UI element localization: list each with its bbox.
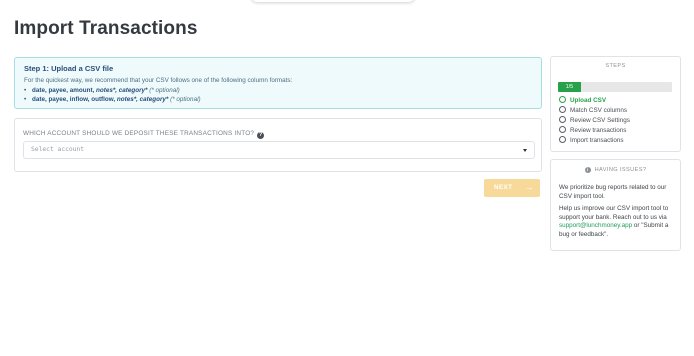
format-optional-columns: notes*, category* [116,96,169,103]
info-icon: i [584,167,591,173]
step-item-import-transactions: Import transactions [559,136,630,146]
caret-down-icon [523,149,527,152]
step-label: Review CSV Settings [570,117,630,124]
step-circle-icon [559,126,566,133]
steps-progress-fill: 1/5 [558,82,581,92]
issues-paragraph-1: We prioritize bug reports related to our… [559,184,667,200]
optional-note: (* optional) [170,96,201,103]
step-circle-icon [559,106,566,113]
csv-format-info-box: Step 1: Upload a CSV file For the quicke… [14,57,542,109]
step-item-upload-csv: Upload CSV [559,96,630,106]
help-icon[interactable]: ? [257,132,265,139]
format-columns: date, payee, amount, [32,87,95,94]
top-tab [250,0,416,2]
issues-header: i HAVING ISSUES? [551,160,680,173]
bullet: • [24,87,27,94]
steps-progress-bar: 1/5 [558,82,672,92]
step-circle-icon [559,96,566,103]
issues-header-text: HAVING ISSUES? [594,167,647,173]
bullet: • [24,96,27,103]
arrow-right-icon: → [524,182,534,192]
format-option: • date, payee, inflow, outflow, notes*, c… [24,95,532,104]
step-description: For the quickest way, we recommend that … [24,77,293,84]
account-select[interactable]: Select account [23,141,535,159]
step-item-review-csv-settings: Review CSV Settings [559,116,630,126]
next-button-label: NEXT [494,184,513,191]
account-question-text: WHICH ACCOUNT SHOULD WE DEPOSIT THESE TR… [23,130,255,137]
steps-panel: STEPS 1/5 Upload CSV Match CSV columns R… [550,56,681,152]
step-item-review-transactions: Review transactions [559,126,630,136]
step-title: Step 1: Upload a CSV file [24,64,114,73]
step-label: Upload CSV [570,97,607,104]
step-item-match-csv-columns: Match CSV columns [559,106,630,116]
steps-list: Upload CSV Match CSV columns Review CSV … [559,96,630,146]
format-option: • date, payee, amount, notes*, category* … [24,86,532,95]
step-circle-icon [559,116,566,123]
account-select-placeholder: Select account [31,146,85,153]
account-question: WHICH ACCOUNT SHOULD WE DEPOSIT THESE TR… [23,130,265,139]
page-title: Import Transactions [14,18,198,39]
step-circle-icon [559,136,566,143]
issues-body: We prioritize bug reports related to our… [559,184,677,243]
next-button[interactable]: NEXT → [484,179,540,197]
format-optional-columns: notes*, category* [96,87,148,94]
issues-paragraph-2: Help us improve our CSV import tool to s… [559,205,677,239]
having-issues-panel: i HAVING ISSUES? We prioritize bug report… [550,159,681,251]
step-label: Review transactions [570,127,627,134]
step-label: Match CSV columns [570,107,628,114]
optional-note: (* optional) [149,87,180,94]
format-columns: date, payee, inflow, outflow, [32,96,116,103]
account-selection-card: WHICH ACCOUNT SHOULD WE DEPOSIT THESE TR… [14,118,542,172]
steps-header: STEPS [605,63,626,69]
issues-text-pre: Help us improve our CSV import tool to s… [559,205,669,221]
support-email-link[interactable]: support@lunchmoney.app [559,222,632,229]
step-label: Import transactions [570,137,624,144]
